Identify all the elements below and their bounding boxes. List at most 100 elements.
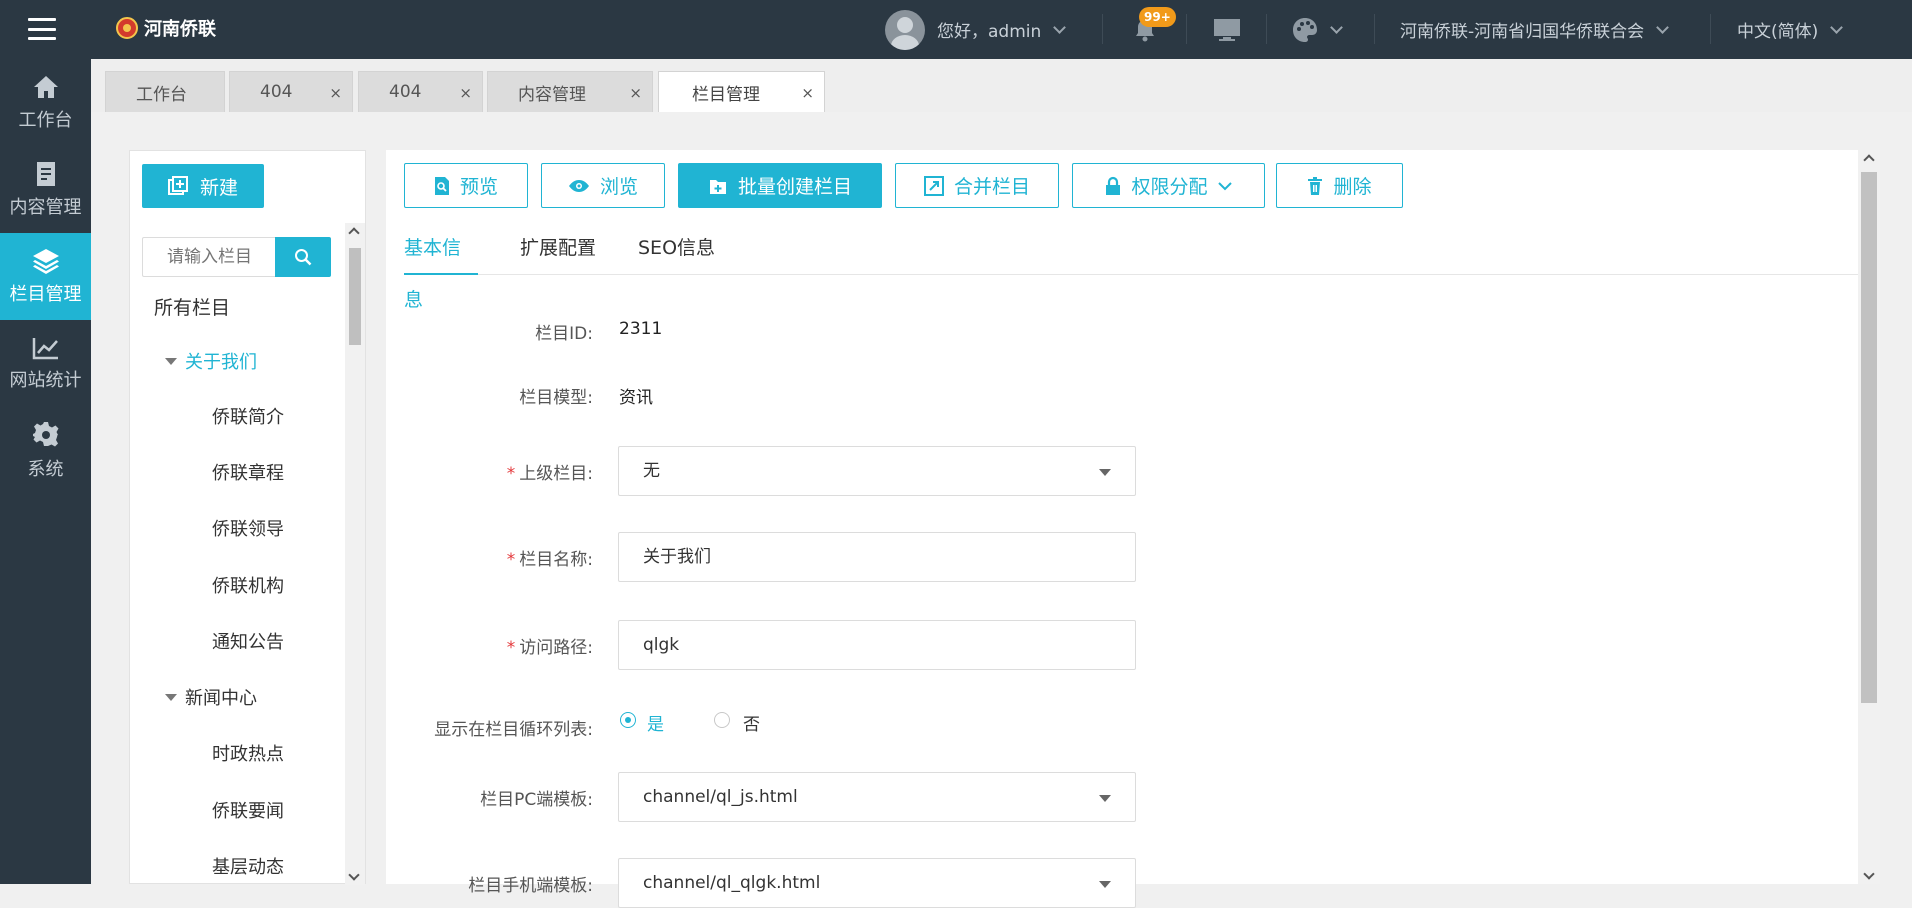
tab-label: 404 bbox=[260, 82, 293, 102]
column-name-input[interactable]: 关于我们 bbox=[618, 532, 1136, 582]
pc-template-label: 栏目PC端模板: bbox=[480, 790, 593, 810]
new-button-label: 新建 bbox=[199, 176, 238, 199]
tree-root[interactable]: 所有栏目 bbox=[154, 293, 230, 320]
parent-column-label-text: 上级栏目: bbox=[519, 464, 593, 484]
parent-column-value: 无 bbox=[643, 461, 660, 481]
tab-404[interactable]: 404 × bbox=[358, 71, 483, 112]
divider bbox=[1374, 14, 1375, 44]
radio-yes[interactable] bbox=[620, 712, 636, 728]
avatar bbox=[885, 9, 925, 50]
radio-no-label[interactable]: 否 bbox=[743, 710, 760, 735]
tab-column-management[interactable]: 栏目管理 × bbox=[658, 71, 825, 112]
radio-no[interactable] bbox=[714, 712, 730, 728]
add-icon bbox=[167, 176, 188, 195]
site-selector[interactable]: 河南侨联-河南省归国华侨联合会 bbox=[1400, 0, 1670, 59]
column-model-value: 资讯 bbox=[619, 388, 653, 408]
delete-label: 删除 bbox=[1333, 176, 1372, 198]
show-in-loop-label: 显示在栏目循环列表: bbox=[434, 720, 593, 740]
user-greeting: 您好，admin bbox=[937, 22, 1042, 42]
main-scrollbar[interactable] bbox=[1858, 150, 1880, 884]
column-id-value: 2311 bbox=[619, 319, 663, 339]
tab-404[interactable]: 404 × bbox=[229, 71, 353, 112]
column-detail-panel: 预览 浏览 批量创建栏目 合并栏目 权限分配 删除 基本信息 扩展配置 SEO信… bbox=[386, 150, 1880, 908]
tab-seo-info[interactable]: SEO信息 bbox=[638, 222, 715, 275]
merge-icon bbox=[923, 175, 944, 196]
tree-node[interactable]: 侨联机构 bbox=[212, 572, 284, 598]
lock-icon bbox=[1106, 176, 1121, 195]
close-icon[interactable]: × bbox=[801, 84, 814, 102]
pc-template-select[interactable]: channel/ql_js.html bbox=[618, 772, 1136, 822]
tab-label: 工作台 bbox=[136, 84, 187, 105]
tab-label: 内容管理 bbox=[518, 84, 586, 105]
caret-down-icon bbox=[1099, 795, 1111, 802]
chevron-down-icon bbox=[1330, 20, 1343, 34]
user-menu[interactable]: 您好，admin bbox=[885, 0, 1067, 59]
sidebar-item-dashboard[interactable]: 工作台 bbox=[0, 59, 91, 146]
batch-create-label: 批量创建栏目 bbox=[737, 176, 852, 198]
required-marker: * bbox=[506, 638, 516, 658]
mobile-template-select[interactable]: channel/ql_qlgk.html bbox=[618, 858, 1136, 908]
permissions-dropdown-button[interactable]: 权限分配 bbox=[1072, 163, 1265, 208]
scroll-down-icon[interactable] bbox=[1863, 868, 1875, 880]
access-path-input[interactable]: qlgk bbox=[618, 620, 1136, 670]
hamburger-menu-icon[interactable] bbox=[28, 18, 56, 40]
tab-content-management[interactable]: 内容管理 × bbox=[487, 71, 653, 112]
pc-template-value: channel/ql_js.html bbox=[643, 787, 798, 807]
sidebar-item-columns[interactable]: 栏目管理 bbox=[0, 233, 91, 320]
document-icon bbox=[36, 161, 55, 186]
close-icon[interactable]: × bbox=[629, 84, 642, 102]
sidebar-item-content[interactable]: 内容管理 bbox=[0, 146, 91, 233]
column-name-label: * 栏目名称: bbox=[0, 545, 593, 570]
tree-node-label: 时政热点 bbox=[212, 744, 284, 765]
tree-node[interactable]: 时政热点 bbox=[212, 740, 284, 766]
close-icon[interactable]: × bbox=[329, 84, 342, 102]
required-marker: * bbox=[506, 464, 516, 484]
chevron-down-icon bbox=[1830, 20, 1844, 34]
tree-node[interactable]: 侨联领导 bbox=[212, 515, 284, 541]
page-tab-bar: 工作台 404 × 404 × 内容管理 × 栏目管理 × bbox=[91, 59, 1912, 112]
parent-column-label: * 上级栏目: bbox=[0, 459, 593, 484]
merge-button[interactable]: 合并栏目 bbox=[895, 163, 1059, 208]
tab-dashboard[interactable]: 工作台 bbox=[105, 71, 225, 112]
tree-node-label: 侨联机构 bbox=[212, 576, 284, 597]
close-icon[interactable]: × bbox=[459, 84, 472, 102]
delete-button[interactable]: 删除 bbox=[1276, 163, 1403, 208]
site-logo[interactable]: 河南侨联 bbox=[116, 15, 216, 41]
screen-button[interactable] bbox=[1213, 0, 1241, 59]
home-icon bbox=[33, 75, 58, 98]
chevron-down-icon bbox=[1656, 20, 1670, 34]
tree-node[interactable]: 关于我们 bbox=[165, 348, 257, 374]
search-button[interactable] bbox=[275, 237, 331, 277]
tree-node[interactable]: 新闻中心 bbox=[165, 684, 257, 710]
site-name: 河南侨联-河南省归国华侨联合会 bbox=[1400, 22, 1645, 42]
search-icon bbox=[295, 249, 312, 266]
scrollbar-thumb[interactable] bbox=[1861, 172, 1877, 703]
caret-down-icon[interactable] bbox=[165, 693, 177, 701]
batch-create-button[interactable]: 批量创建栏目 bbox=[678, 163, 882, 208]
form-tabs: 基本信息 扩展配置 SEO信息 bbox=[404, 222, 1880, 311]
trash-icon bbox=[1308, 176, 1323, 195]
chevron-down-icon bbox=[1053, 20, 1067, 34]
divider bbox=[1102, 14, 1103, 44]
column-model-label: 栏目模型: bbox=[519, 388, 593, 408]
tab-label: 404 bbox=[389, 82, 422, 102]
access-path-label-text: 访问路径: bbox=[519, 638, 593, 658]
folder-add-icon bbox=[709, 179, 726, 194]
tab-label: 栏目管理 bbox=[692, 84, 760, 105]
parent-column-select[interactable]: 无 bbox=[618, 446, 1136, 496]
chevron-down-icon bbox=[1217, 181, 1232, 190]
merge-label: 合并栏目 bbox=[953, 176, 1030, 198]
caret-down-icon[interactable] bbox=[165, 357, 177, 365]
mobile-template-value: channel/ql_qlgk.html bbox=[643, 873, 821, 893]
gear-icon bbox=[32, 421, 58, 446]
permissions-label: 权限分配 bbox=[1131, 176, 1208, 198]
column-search-input[interactable] bbox=[142, 237, 276, 277]
radio-yes-label[interactable]: 是 bbox=[647, 710, 664, 735]
scroll-up-icon[interactable] bbox=[348, 227, 360, 239]
language-selector[interactable]: 中文(简体) bbox=[1737, 0, 1844, 59]
caret-down-icon bbox=[1099, 469, 1111, 476]
new-column-button[interactable]: 新建 bbox=[142, 164, 264, 208]
theme-button[interactable] bbox=[1292, 0, 1343, 59]
sidebar-item-label: 内容管理 bbox=[9, 196, 82, 218]
scroll-up-icon[interactable] bbox=[1863, 154, 1875, 166]
